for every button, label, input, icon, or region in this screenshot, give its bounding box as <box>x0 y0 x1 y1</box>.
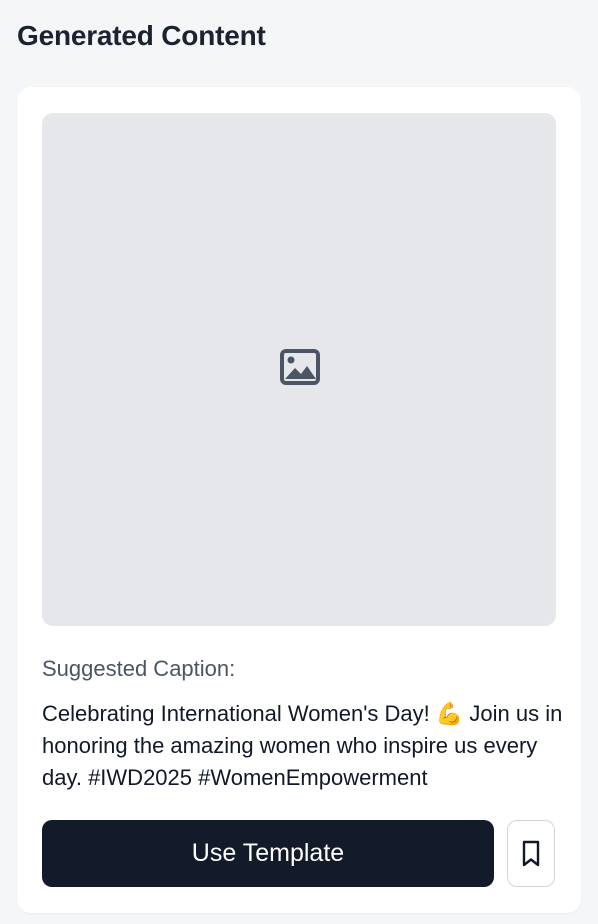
use-template-button[interactable]: Use Template <box>42 820 494 887</box>
bookmark-icon <box>522 840 540 866</box>
bookmark-button[interactable] <box>507 820 555 887</box>
image-preview <box>42 113 556 626</box>
caption-text: Celebrating International Women's Day! 💪… <box>42 701 563 790</box>
page-title: Generated Content <box>17 20 266 51</box>
generated-content-card: Suggested Caption: Celebrating Internati… <box>17 87 581 913</box>
caption-label: Suggested Caption: <box>42 656 236 681</box>
image-icon <box>280 349 320 385</box>
